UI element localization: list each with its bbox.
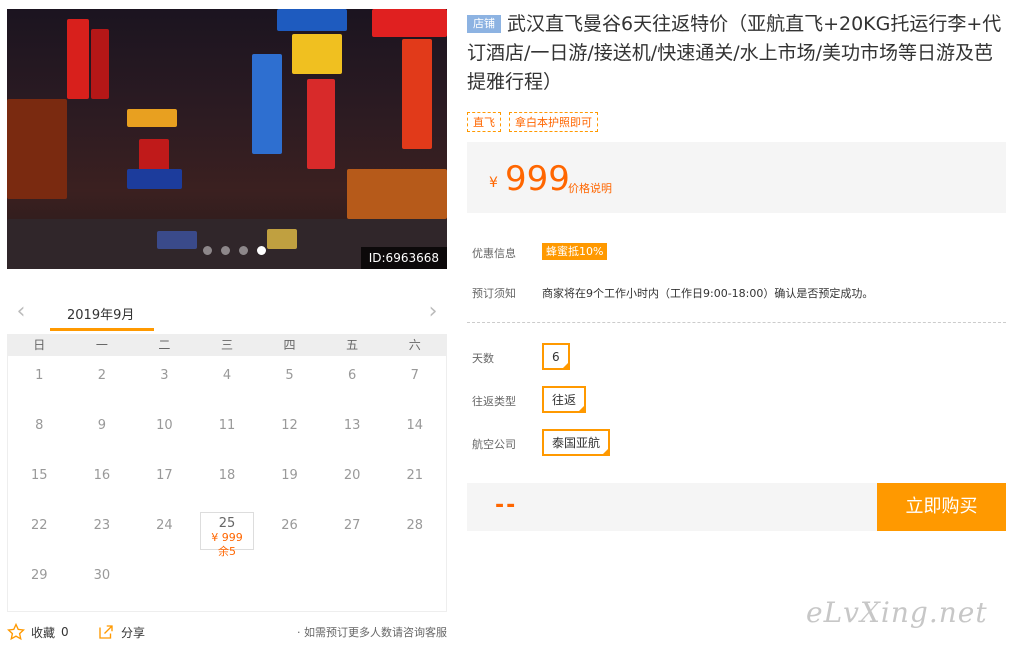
carousel-dot[interactable] [221, 246, 230, 255]
trip-type-option[interactable]: 往返 [542, 386, 587, 413]
favorite-label: 收藏 [31, 625, 56, 640]
calendar-grid: 1 2 3 4 5 6 7 8 9 10 11 12 13 14 15 16 1… [8, 356, 446, 606]
calendar-day: 8 [35, 418, 44, 433]
calendar-day: 5 [285, 368, 294, 383]
star-icon [7, 623, 25, 641]
calendar-weekdays: 日 一 二 三 四 五 六 [8, 334, 446, 356]
calendar-day: 15 [31, 468, 48, 483]
image-id-label: ID:6963668 [360, 247, 447, 269]
days-label: 天数 [472, 352, 494, 365]
share-icon [99, 625, 113, 639]
product-tags: 直飞 拿白本护照即可 [467, 112, 598, 132]
prev-month-chevron-icon[interactable]: ‹ [13, 301, 29, 323]
day-number: 25 [218, 516, 236, 531]
calendar: 日 一 二 三 四 五 六 1 2 3 4 5 6 7 8 9 10 11 12… [7, 334, 447, 612]
product-title: 武汉直飞曼谷6天往返特价（亚航直飞+20KG托运行李+代订酒店/一日游/接送机/… [467, 13, 1002, 93]
favorite-count: 0 [61, 625, 69, 639]
calendar-day: 29 [31, 568, 48, 583]
calendar-day: 13 [343, 418, 361, 433]
weekday: 三 [220, 338, 233, 352]
calendar-day: 23 [93, 518, 111, 533]
calendar-month: 2019年9月 [67, 308, 135, 323]
divider [467, 322, 1006, 323]
calendar-day: 4 [222, 368, 232, 383]
weekday: 六 [408, 338, 421, 352]
airline-option[interactable]: 泰国亚航 [542, 429, 611, 456]
carousel-dot[interactable] [239, 246, 248, 255]
price-currency: ¥ [489, 175, 498, 191]
product-photo: ID:6963668 [7, 9, 447, 269]
total-price: -- [495, 493, 518, 518]
calendar-day: 30 [93, 568, 111, 583]
share-label: 分享 [121, 625, 146, 640]
shop-badge[interactable]: 店铺 [467, 15, 501, 33]
price-explanation-link[interactable]: 价格说明 [568, 180, 612, 196]
calendar-day: 9 [97, 418, 106, 433]
calendar-day: 3 [160, 368, 169, 383]
product-title-block: 店铺 武汉直飞曼谷6天往返特价（亚航直飞+20KG托运行李+代订酒店/一日游/接送… [467, 10, 1002, 97]
calendar-day: 24 [156, 518, 173, 533]
days-option[interactable]: 6 [542, 343, 570, 370]
calendar-day: 12 [281, 418, 298, 433]
calendar-day-available[interactable]: 25 ¥ 999 余5 [199, 512, 255, 558]
share-button[interactable]: 分享 [97, 623, 145, 641]
carousel-dots[interactable] [203, 246, 266, 255]
carousel-dot-active[interactable] [257, 246, 266, 255]
next-month-chevron-icon[interactable]: › [425, 301, 441, 323]
calendar-day: 20 [343, 468, 361, 483]
airline-label: 航空公司 [472, 438, 516, 451]
tag: 直飞 [467, 112, 501, 132]
weekday: 五 [346, 338, 359, 352]
calendar-day: 14 [406, 418, 423, 433]
promo-label: 优惠信息 [472, 247, 516, 260]
total-bar: -- [467, 483, 877, 531]
favorite-button[interactable]: 收藏 0 [7, 623, 69, 641]
calendar-day: 7 [410, 368, 419, 383]
weekday: 日 [33, 338, 46, 352]
calendar-day: 10 [156, 418, 173, 433]
calendar-day: 27 [343, 518, 361, 533]
booking-label: 预订须知 [472, 287, 516, 300]
weekday: 二 [158, 338, 171, 352]
calendar-day: 11 [218, 418, 236, 433]
calendar-day: 22 [31, 518, 48, 533]
product-actions: 收藏 0 分享 · 如需预订更多人数请咨询客服 [7, 622, 447, 644]
buy-now-button[interactable]: 立即购买 [877, 483, 1006, 531]
calendar-day: 18 [218, 468, 236, 483]
price-value: 999 [505, 159, 570, 199]
calendar-day: 6 [347, 368, 357, 383]
calendar-day: 19 [281, 468, 298, 483]
weekday: 四 [283, 338, 296, 352]
promo-badge: 蜂蜜抵10% [542, 243, 608, 260]
promo-value: 蜂蜜抵10% [542, 243, 608, 260]
trip-type-label: 往返类型 [472, 395, 516, 408]
calendar-header: ‹ 2019年9月 › [7, 298, 447, 334]
booking-notice: 商家将在9个工作小时内（工作日9:00-18:00）确认是否预定成功。 [542, 287, 874, 300]
calendar-day: 21 [406, 468, 423, 483]
price-box: ¥ 999 价格说明 [467, 142, 1006, 213]
carousel-dot[interactable] [203, 246, 212, 255]
weekday: 一 [95, 338, 108, 352]
day-price: ¥ 999 [211, 531, 243, 544]
tag: 拿白本护照即可 [509, 112, 598, 132]
calendar-day: 17 [156, 468, 173, 483]
calendar-day: 1 [35, 368, 44, 383]
day-stock: 余5 [217, 545, 236, 558]
calendar-day: 28 [406, 518, 423, 533]
calendar-day: 16 [93, 468, 111, 483]
calendar-day: 26 [281, 518, 298, 533]
contact-hint: · 如需预订更多人数请咨询客服 [297, 626, 447, 639]
watermark: eLvXing.net [806, 596, 988, 629]
calendar-day: 2 [97, 368, 106, 383]
month-underline [50, 328, 154, 331]
